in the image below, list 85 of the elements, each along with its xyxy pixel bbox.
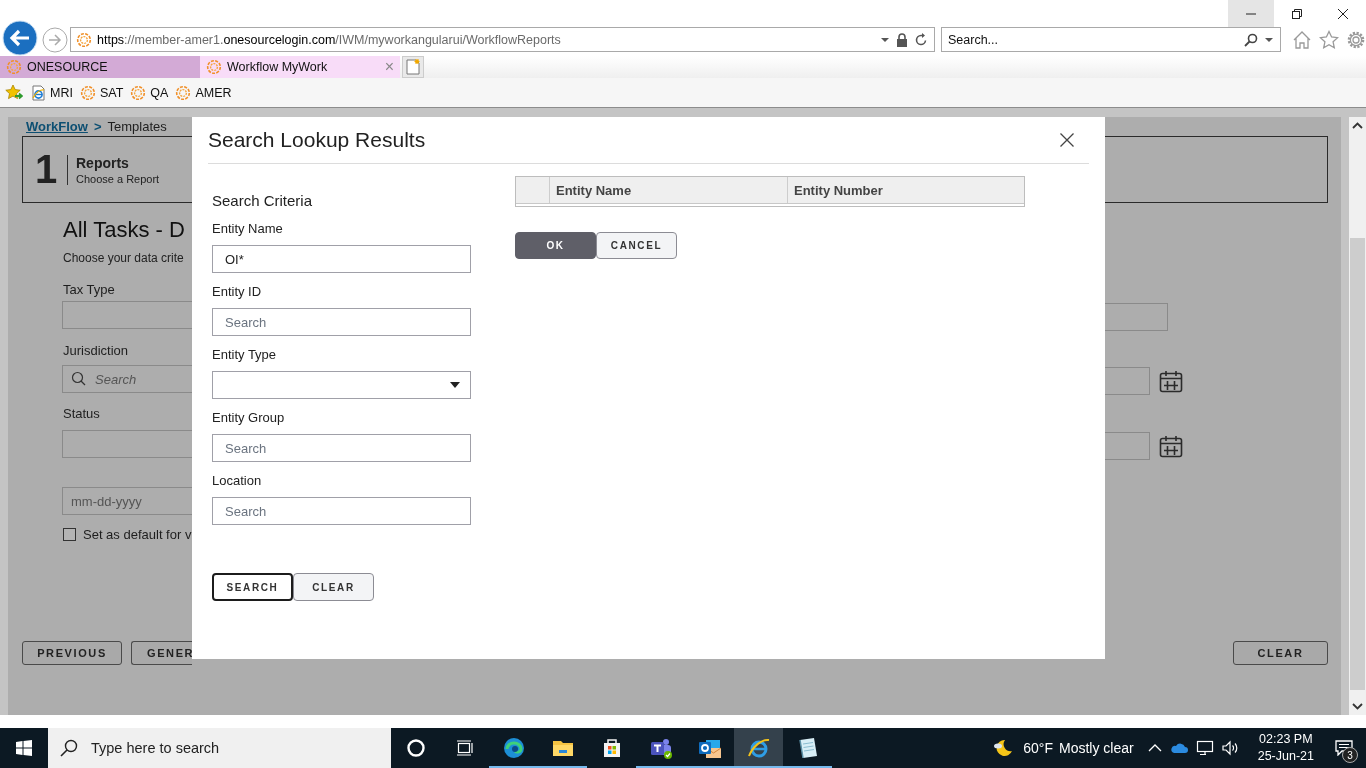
input-field[interactable]: Search xyxy=(212,497,471,525)
breadcrumb-current: Templates xyxy=(107,118,167,134)
cloud-icon[interactable] xyxy=(1169,741,1188,755)
field-label: Location xyxy=(212,473,263,489)
favorite-link[interactable]: MRI xyxy=(30,84,73,101)
field-label: Entity Group xyxy=(212,410,286,426)
ring-logo-icon xyxy=(175,84,192,101)
address-bar[interactable]: https://member-amer1.onesourcelogin.com/IWM/myworkangularui/WorkflowReports xyxy=(70,27,935,52)
breadcrumb-link[interactable]: WorkFlow xyxy=(26,118,88,134)
search-button[interactable]: SEARCH xyxy=(212,573,293,601)
circle-icon xyxy=(406,739,425,757)
checkbox-label: Set as default for v xyxy=(83,527,192,542)
browser-icon xyxy=(501,736,526,760)
step-number: 1 xyxy=(34,147,59,192)
star-icon[interactable] xyxy=(1319,29,1339,50)
calendar-icon[interactable] xyxy=(1159,434,1183,458)
field-label: Entity ID xyxy=(212,284,263,300)
back-button[interactable] xyxy=(2,20,38,56)
caret-icon xyxy=(450,382,460,388)
search-icon[interactable] xyxy=(1244,32,1258,47)
refresh-icon[interactable] xyxy=(914,32,928,47)
team-chat-icon xyxy=(648,736,673,760)
ring-logo-icon xyxy=(206,59,222,75)
column-header[interactable]: Entity Number xyxy=(788,177,1024,203)
url-text: https://member-amer1.onesourcelogin.com/IWM/myworkangularui/WorkflowReports xyxy=(97,32,561,47)
dropdown[interactable] xyxy=(212,371,471,399)
page-button[interactable]: GENER xyxy=(131,641,192,665)
favorite-link[interactable]: QA xyxy=(130,84,169,101)
section-title: Search Criteria xyxy=(212,192,314,210)
clear-button[interactable]: CLEAR xyxy=(1233,641,1328,665)
input-field[interactable]: Search xyxy=(212,434,471,462)
calendar-icon[interactable] xyxy=(1159,369,1183,393)
network-icon[interactable] xyxy=(1195,740,1214,756)
favorite-link[interactable]: SAT xyxy=(79,84,124,101)
search-icon xyxy=(60,739,78,757)
clock[interactable]: 02:23 PM 25-Jun-21 xyxy=(1249,728,1322,768)
ring-logo-icon xyxy=(6,59,22,75)
browser-tab[interactable]: Workflow MyWork × xyxy=(200,56,400,78)
favorite-link[interactable]: AMER xyxy=(175,84,232,101)
step-title: Reports xyxy=(76,154,130,171)
field-label: Entity Name xyxy=(212,221,284,237)
restore-icon xyxy=(1291,7,1303,20)
browser-tab[interactable]: ONESOURCE xyxy=(0,56,200,78)
cancel-button[interactable]: CANCEL xyxy=(596,232,677,259)
dialog-title: Search Lookup Results xyxy=(208,128,426,152)
input-field[interactable] xyxy=(62,430,192,458)
volume-icon[interactable] xyxy=(1221,740,1240,756)
notification-count: 3 xyxy=(1342,747,1358,763)
search-icon xyxy=(71,371,87,387)
lock-icon xyxy=(896,32,908,47)
moon-icon xyxy=(991,737,1014,759)
search-field[interactable]: Search... xyxy=(941,27,1281,52)
field-label: Status xyxy=(63,406,101,421)
notification-button[interactable]: 3 xyxy=(1322,728,1366,768)
ring-logo-icon xyxy=(130,84,147,101)
close-icon[interactable] xyxy=(1059,132,1075,148)
step-subtitle: Choose a Report xyxy=(76,172,160,185)
taskbar-search-field[interactable]: Type here to search xyxy=(48,728,391,768)
column-header[interactable]: Entity Name xyxy=(550,177,788,203)
input-field[interactable]: Search xyxy=(212,308,471,336)
page-subheading: Choose your data crite xyxy=(63,251,185,265)
input-field[interactable]: OI* xyxy=(212,245,471,273)
home-icon[interactable] xyxy=(1292,29,1312,50)
field-label: Tax Type xyxy=(63,282,116,297)
settings-icon[interactable] xyxy=(1346,29,1366,50)
field-label: Entity Type xyxy=(212,347,278,363)
clear-button[interactable]: CLEAR xyxy=(293,573,374,601)
page-button[interactable]: PREVIOUS xyxy=(22,641,122,665)
task-view-icon xyxy=(455,739,474,757)
input-field[interactable] xyxy=(62,301,192,329)
new-tab-icon xyxy=(406,59,420,75)
ok-button[interactable]: OK xyxy=(515,232,596,259)
ring-logo-icon xyxy=(79,84,96,101)
windows-logo-icon xyxy=(16,740,32,756)
ring-logo-icon xyxy=(76,31,92,48)
browser-e-icon xyxy=(746,736,771,760)
field-label: Jurisdiction xyxy=(63,343,130,358)
scrollbar[interactable] xyxy=(1349,117,1366,715)
page-icon xyxy=(30,84,46,101)
close-icon xyxy=(1337,7,1349,20)
breadcrumb-separator: > xyxy=(93,118,102,134)
favorites-star-icon[interactable] xyxy=(5,83,23,102)
weather-widget[interactable]: 60°F Mostly clear xyxy=(991,728,1148,768)
page-heading: All Tasks - D xyxy=(63,216,186,244)
checkbox[interactable] xyxy=(63,528,76,541)
